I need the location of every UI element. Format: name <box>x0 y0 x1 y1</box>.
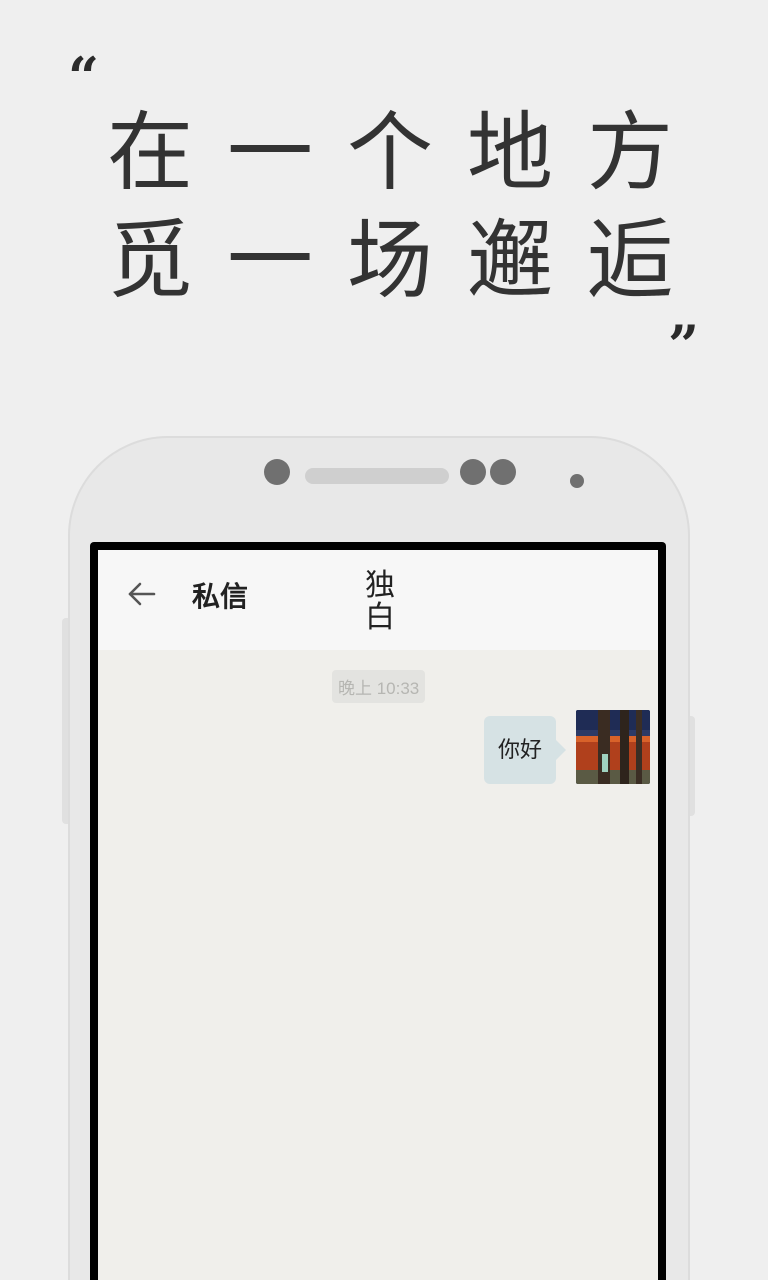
headline-line-2: 觅 一 场 邂 逅 <box>100 218 680 304</box>
headline-char: 一 <box>227 211 313 311</box>
message-row: 你好 <box>483 710 650 784</box>
page-title: 私信 <box>192 581 249 612</box>
headline-char: 一 <box>227 103 313 203</box>
open-quote-mark: “ <box>68 45 100 109</box>
close-quote-mark: ” <box>668 313 700 377</box>
message-bubble[interactable]: 你好 <box>483 716 567 784</box>
front-camera-icon <box>264 459 290 485</box>
headline-char: 在 <box>107 103 193 203</box>
sensor-dot-icon <box>490 459 516 485</box>
headline-char: 个 <box>347 103 433 203</box>
app-bar: 私信 独 白 <box>98 550 658 650</box>
headline-char: 觅 <box>107 211 193 311</box>
headline-char: 逅 <box>587 211 673 311</box>
sensor-dot-icon <box>460 459 486 485</box>
headline-char: 地 <box>467 103 553 203</box>
phone-screen: 私信 独 白 晚上 10:33 你好 <box>90 542 666 1280</box>
avatar[interactable] <box>576 710 650 784</box>
app-logo: 独 白 <box>365 568 395 635</box>
headline-line-1: 在 一 个 地 方 <box>100 110 680 196</box>
headline-char: 邂 <box>467 211 553 311</box>
headline-char: 场 <box>347 211 433 311</box>
arrow-left-icon[interactable] <box>124 576 160 612</box>
led-indicator-icon <box>570 474 584 488</box>
earpiece-speaker <box>305 468 449 484</box>
promo-canvas: “ 在 一 个 地 方 觅 一 场 邂 逅 ” 私信 独 白 晚上 10:33 … <box>0 0 768 1280</box>
message-timestamp: 晚上 10:33 <box>332 670 426 703</box>
headline-char: 方 <box>587 103 673 203</box>
chat-screen: 私信 独 白 晚上 10:33 你好 <box>98 550 658 1280</box>
